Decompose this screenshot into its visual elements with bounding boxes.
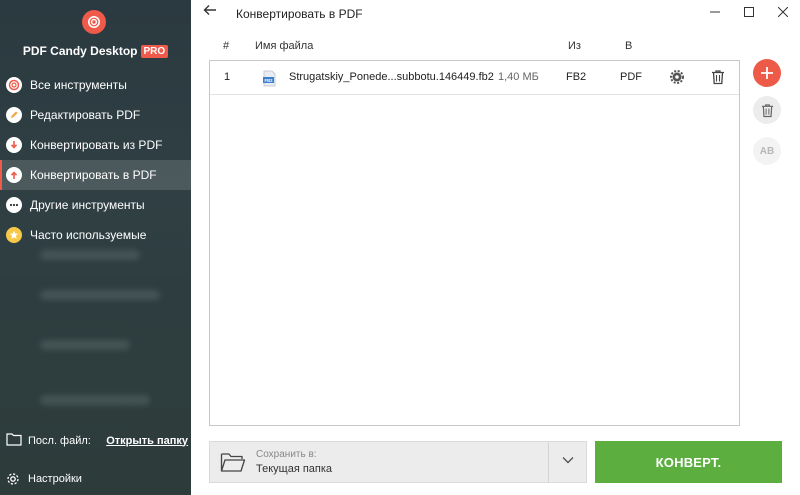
arrow-up-icon	[6, 167, 22, 183]
column-header-num: #	[223, 40, 230, 52]
clear-list-button[interactable]	[753, 96, 781, 124]
convert-button[interactable]: КОНВЕРТ.	[595, 441, 782, 483]
page-title: Конвертировать в PDF	[236, 7, 363, 21]
save-location-selector[interactable]: Сохранить в: Текущая папка	[209, 441, 587, 483]
table-row[interactable]: 1 FB2 Strugatskiy_Ponede...subbotu.14644…	[210, 61, 739, 95]
file-size: 1,40 МБ	[498, 71, 539, 83]
row-delete-trash-icon[interactable]	[711, 69, 725, 88]
close-button[interactable]	[766, 0, 800, 24]
column-header-name: Имя файла	[255, 40, 314, 52]
sidebar-item-frequent[interactable]: Часто используемые	[0, 220, 191, 250]
minimize-button[interactable]	[698, 0, 732, 24]
sidebar-item-label: Все инструменты	[30, 78, 127, 92]
maximize-button[interactable]	[732, 0, 766, 24]
gear-icon	[6, 472, 20, 486]
settings-button[interactable]: Настройки	[6, 472, 82, 486]
folder-icon	[220, 451, 246, 473]
table-header: # Имя файла Из В	[209, 40, 739, 56]
arrow-down-icon	[6, 137, 22, 153]
brand-name: PDF Candy Desktop	[22, 44, 138, 58]
save-text: Сохранить в: Текущая папка	[256, 449, 332, 475]
rename-ab-icon: AB	[759, 145, 775, 157]
rename-button[interactable]: AB	[753, 137, 781, 165]
save-value: Текущая папка	[256, 463, 333, 475]
sidebar-item-label: Другие инструменты	[30, 198, 145, 212]
sidebar-nav: Все инструменты Редактировать PDF Конвер…	[0, 70, 191, 250]
sidebar-item-label: Часто используемые	[30, 228, 147, 242]
sidebar-item-edit-pdf[interactable]: Редактировать PDF	[0, 100, 191, 130]
title-bar: Конвертировать в PDF	[191, 0, 800, 26]
star-icon	[6, 227, 22, 243]
open-folder-link[interactable]: Открыть папку	[106, 435, 188, 447]
column-header-to: В	[625, 40, 633, 52]
more-icon	[6, 197, 22, 213]
pro-badge: PRO	[140, 45, 169, 58]
last-file-label: Посл. файл:	[28, 434, 91, 447]
save-divider	[548, 442, 549, 482]
sidebar-item-other-tools[interactable]: Другие инструменты	[0, 190, 191, 220]
row-settings-gear-icon[interactable]	[669, 69, 685, 88]
last-file-row: Посл. файл: Открыть папку	[6, 432, 188, 449]
folder-icon	[6, 432, 22, 449]
chevron-down-icon[interactable]	[562, 456, 574, 464]
plus-icon	[761, 67, 773, 79]
save-label: Сохранить в:	[256, 449, 317, 460]
edit-icon	[6, 107, 22, 123]
row-number: 1	[224, 71, 231, 83]
file-list[interactable]: 1 FB2 Strugatskiy_Ponede...subbotu.14644…	[209, 60, 740, 426]
source-format: FB2	[566, 71, 587, 83]
add-file-button[interactable]	[753, 59, 781, 87]
file-fb2-icon: FB2	[261, 70, 278, 87]
target-icon	[6, 77, 22, 93]
sidebar-item-convert-from-pdf[interactable]: Конвертировать из PDF	[0, 130, 191, 160]
sidebar-item-label: Редактировать PDF	[30, 108, 141, 122]
app-brand: PDF Candy Desktop PRO	[0, 44, 191, 58]
column-header-from: Из	[568, 40, 581, 52]
sidebar: PDF Candy Desktop PRO Все инструменты Ред…	[0, 0, 191, 495]
window-controls	[698, 0, 800, 24]
candy-logo-icon	[82, 10, 106, 34]
sidebar-item-label: Конвертировать из PDF	[30, 138, 163, 152]
file-name: Strugatskiy_Ponede...subbotu.146449.fb2	[289, 71, 494, 83]
sidebar-item-convert-to-pdf[interactable]: Конвертировать в PDF	[0, 160, 191, 190]
trash-icon	[761, 103, 773, 117]
sidebar-item-label: Конвертировать в PDF	[30, 168, 157, 182]
target-format[interactable]: PDF	[620, 71, 642, 83]
file-type-badge: FB2	[265, 78, 274, 83]
settings-label: Настройки	[28, 473, 82, 485]
back-arrow-icon[interactable]	[203, 4, 217, 20]
sidebar-item-all-tools[interactable]: Все инструменты	[0, 70, 191, 100]
